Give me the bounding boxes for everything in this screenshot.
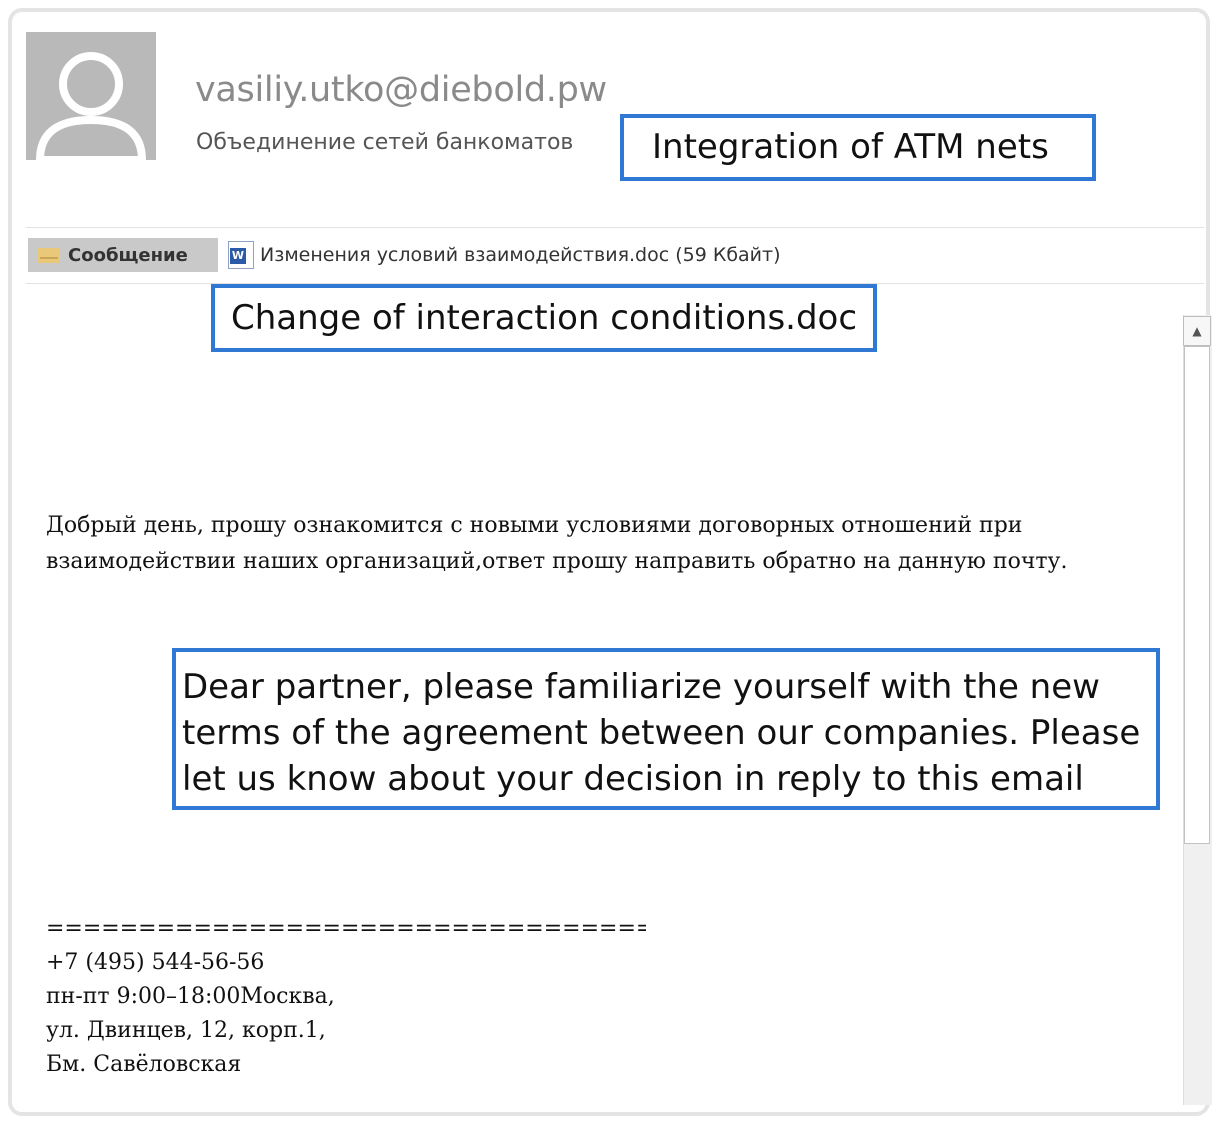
tab-message-label: Сообщение: [68, 244, 188, 266]
signature-separator: ===================================: [46, 916, 646, 941]
signature-phone: +7 (495) 544-56-56: [46, 950, 265, 975]
body-translation-callout: Dear partner, please familiarize yoursel…: [172, 648, 1160, 810]
header-divider: [26, 227, 1204, 228]
attachment-tab[interactable]: W Изменения условий взаимодействия.doc (…: [228, 239, 781, 271]
email-signature: =================================== +7 (…: [46, 912, 646, 1082]
scroll-up-arrow-icon[interactable]: ▲: [1183, 316, 1211, 346]
subject-translation-callout: Integration of ATM nets: [620, 114, 1096, 181]
signature-metro: Бм. Савёловская: [46, 1052, 242, 1077]
signature-address: ул. Двинцев, 12, корп.1,: [46, 1018, 326, 1043]
word-document-icon: W: [228, 241, 254, 269]
sender-avatar-icon: [26, 32, 156, 160]
sender-address: vasiliy.utko@diebold.pw: [195, 70, 607, 110]
tab-message[interactable]: Сообщение: [28, 238, 218, 272]
email-subject: Объединение сетей банкоматов: [196, 130, 574, 155]
attachment-translation-callout: Change of interaction conditions.doc: [211, 284, 877, 352]
email-body-text: Добрый день, прошу ознакомится с новыми …: [46, 513, 1068, 574]
signature-hours: пн-пт 9:00–18:00Москва,: [46, 984, 335, 1009]
envelope-icon: [38, 247, 60, 263]
attachment-label: Изменения условий взаимодействия.doc (59…: [260, 244, 781, 266]
scrollbar-thumb[interactable]: [1184, 346, 1210, 844]
